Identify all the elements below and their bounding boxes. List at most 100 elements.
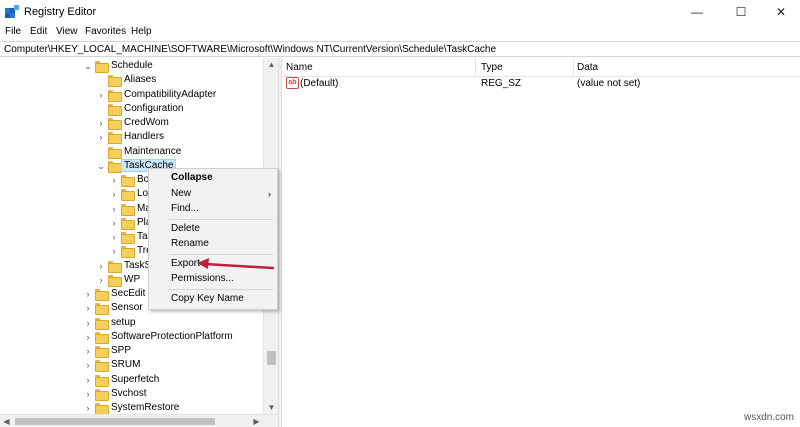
scroll-right-icon[interactable]: ▶ xyxy=(250,415,263,427)
chevron-right-icon[interactable]: › xyxy=(83,374,93,386)
menu-file[interactable]: File xyxy=(5,26,21,37)
folder-icon xyxy=(108,160,122,173)
value-type[interactable]: REG_SZ xyxy=(481,78,521,89)
chevron-right-icon[interactable]: › xyxy=(109,217,119,229)
tree-item-label: SPP xyxy=(111,345,132,356)
chevron-right-icon[interactable]: › xyxy=(83,288,93,300)
chevron-right-icon[interactable]: › xyxy=(96,117,106,129)
folder-icon xyxy=(95,303,109,316)
folder-icon xyxy=(108,103,122,116)
chevron-right-icon[interactable] xyxy=(96,146,106,158)
chevron-right-icon[interactable]: › xyxy=(96,131,106,143)
watermark-text: wsxdn.com xyxy=(743,412,794,423)
menu-find[interactable]: Find... xyxy=(149,201,277,217)
address-bar[interactable]: Computer\HKEY_LOCAL_MACHINE\SOFTWARE\Mic… xyxy=(0,41,800,57)
chevron-right-icon[interactable]: › xyxy=(96,260,106,272)
tree-item-label: SystemRestore xyxy=(111,402,180,413)
maximize-button[interactable]: ☐ xyxy=(724,0,758,24)
folder-icon xyxy=(95,374,109,387)
context-menu: Collapse New › Find... Delete Rename Expo… xyxy=(148,168,278,310)
menu-collapse[interactable]: Collapse xyxy=(149,170,277,186)
folder-icon xyxy=(121,175,135,187)
menu-separator xyxy=(169,289,273,290)
tree-item-label: Svchost xyxy=(111,387,147,399)
scroll-thumb[interactable] xyxy=(267,351,276,365)
scroll-down-icon[interactable]: ▼ xyxy=(264,401,279,414)
tree-item-label: Lo xyxy=(137,188,149,200)
tree-item-label: setup xyxy=(111,316,136,328)
chevron-right-icon[interactable]: › xyxy=(83,388,93,400)
values-list: Name Type Data ab (Default) REG_SZ (valu… xyxy=(282,58,800,427)
menu-rename[interactable]: Rename xyxy=(149,236,277,252)
menu-edit[interactable]: Edit xyxy=(30,26,47,37)
chevron-down-icon[interactable]: ⌄ xyxy=(83,60,93,72)
folder-icon xyxy=(108,118,122,130)
registry-editor-icon xyxy=(5,5,19,18)
chevron-right-icon[interactable]: › xyxy=(83,402,93,414)
tree-item-label: Maintenance xyxy=(124,145,182,157)
chevron-down-icon[interactable]: ⌄ xyxy=(96,160,106,172)
tree-item-label: WP xyxy=(124,273,141,285)
tree-item-label: SecEdit xyxy=(111,288,146,299)
menu-copy-key-name[interactable]: Copy Key Name xyxy=(149,291,277,307)
folder-icon xyxy=(108,146,122,159)
tree-item-label: Handlers xyxy=(124,131,165,143)
chevron-right-icon[interactable]: › xyxy=(96,89,106,101)
tree-item-label: Aliases xyxy=(124,74,157,86)
submenu-arrow-icon: › xyxy=(268,189,271,199)
menu-favorites[interactable]: Favorites xyxy=(85,26,126,37)
chevron-right-icon[interactable]: › xyxy=(109,188,119,200)
chevron-right-icon[interactable]: › xyxy=(109,203,119,215)
horizontal-scroll-thumb[interactable] xyxy=(15,418,215,425)
folder-icon xyxy=(121,246,135,259)
chevron-right-icon[interactable] xyxy=(96,103,106,115)
menu-separator xyxy=(169,254,273,255)
value-name[interactable]: (Default) xyxy=(300,78,338,89)
folder-icon xyxy=(121,232,135,244)
column-header-name[interactable]: Name xyxy=(286,58,476,76)
chevron-right-icon[interactable]: › xyxy=(109,245,119,257)
scroll-left-icon[interactable]: ◀ xyxy=(0,415,13,427)
folder-icon xyxy=(95,388,109,401)
folder-icon xyxy=(95,331,109,344)
folder-icon xyxy=(95,289,109,301)
close-button[interactable]: ✕ xyxy=(764,0,798,24)
folder-icon xyxy=(108,75,122,88)
ab-string-icon: ab xyxy=(286,77,299,89)
column-header-data[interactable]: Data xyxy=(577,58,777,76)
tree-item-label: SoftwareProtectionPlatform xyxy=(111,330,233,342)
tree-item-label: Superfetch xyxy=(111,373,160,385)
tree-horizontal-scrollbar[interactable]: ◀ ▶ xyxy=(0,414,278,427)
title-bar: Registry Editor — ☐ ✕ xyxy=(0,0,800,24)
menu-new[interactable]: New › xyxy=(149,186,277,202)
menu-view[interactable]: View xyxy=(56,26,78,37)
folder-icon xyxy=(108,260,122,273)
column-header-type[interactable]: Type xyxy=(481,58,574,76)
chevron-right-icon[interactable]: › xyxy=(83,317,93,329)
value-data[interactable]: (value not set) xyxy=(577,78,640,89)
scroll-up-icon[interactable]: ▲ xyxy=(264,58,279,71)
menu-delete[interactable]: Delete xyxy=(149,221,277,237)
minimize-button[interactable]: — xyxy=(680,0,714,24)
address-path[interactable]: Computer\HKEY_LOCAL_MACHINE\SOFTWARE\Mic… xyxy=(4,44,496,55)
menu-help[interactable]: Help xyxy=(131,26,152,37)
chevron-right-icon[interactable]: › xyxy=(109,174,119,186)
chevron-right-icon[interactable]: › xyxy=(109,231,119,243)
chevron-right-icon[interactable]: › xyxy=(83,302,93,314)
menu-new-label: New xyxy=(171,188,192,199)
menu-separator xyxy=(169,219,273,220)
folder-icon xyxy=(95,403,109,414)
menu-rename-label: Rename xyxy=(171,238,209,249)
tree-item-label: Sensor xyxy=(111,302,143,314)
folder-icon xyxy=(108,89,122,102)
chevron-right-icon[interactable]: › xyxy=(83,331,93,343)
chevron-right-icon[interactable]: › xyxy=(83,359,93,371)
folder-icon xyxy=(95,360,109,373)
folder-icon xyxy=(95,61,109,73)
chevron-right-icon[interactable]: › xyxy=(96,274,106,286)
annotation-arrow-icon xyxy=(197,258,275,270)
menu-delete-label: Delete xyxy=(171,223,200,234)
chevron-right-icon[interactable]: › xyxy=(83,345,93,357)
chevron-right-icon[interactable] xyxy=(96,74,106,86)
folder-icon xyxy=(95,346,109,358)
